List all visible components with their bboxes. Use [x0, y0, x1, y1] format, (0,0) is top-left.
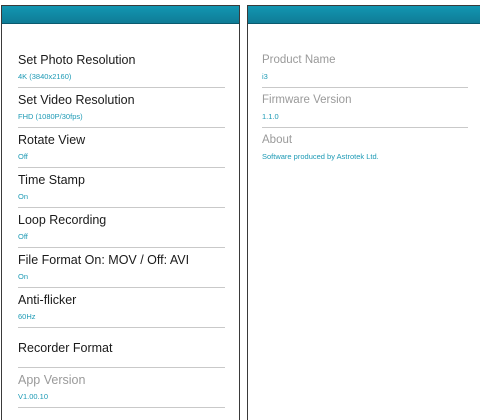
setting-photo-resolution[interactable]: Set Photo Resolution 4K (3840x2160) [18, 48, 225, 88]
about-header-bar [248, 6, 480, 24]
settings-panel: Set Photo Resolution 4K (3840x2160) Set … [1, 5, 240, 420]
setting-value: Off [18, 232, 28, 241]
setting-label: Recorder Format [18, 341, 113, 355]
setting-label: Set Photo Resolution [18, 53, 136, 67]
about-label: About [262, 134, 293, 146]
about-value: i3 [262, 72, 268, 81]
setting-label: Rotate View [18, 133, 86, 147]
setting-label: Time Stamp [18, 173, 85, 187]
about-label: Product Name [262, 54, 336, 66]
setting-label: Loop Recording [18, 213, 107, 227]
setting-video-resolution[interactable]: Set Video Resolution FHD (1080P/30fps) [18, 88, 225, 128]
setting-label: App Version [18, 373, 86, 387]
about-label: Firmware Version [262, 94, 352, 106]
setting-rotate-view[interactable]: Rotate View Off [18, 128, 225, 168]
settings-list: Set Photo Resolution 4K (3840x2160) Set … [2, 24, 239, 408]
about-software-info: About Software produced by Astrotek Ltd. [262, 128, 468, 168]
about-firmware-version: Firmware Version 1.1.0 [262, 88, 468, 128]
settings-header-bar [2, 6, 239, 24]
setting-value: 60Hz [18, 312, 36, 321]
about-panel: Product Name i3 Firmware Version 1.1.0 A… [247, 5, 480, 420]
about-value: 1.1.0 [262, 112, 279, 121]
setting-label: Anti-flicker [18, 293, 77, 307]
about-list: Product Name i3 Firmware Version 1.1.0 A… [248, 24, 480, 168]
setting-time-stamp[interactable]: Time Stamp On [18, 168, 225, 208]
setting-value: On [18, 272, 29, 281]
about-product-name: Product Name i3 [262, 48, 468, 88]
about-value: Software produced by Astrotek Ltd. [262, 152, 379, 161]
setting-label: Set Video Resolution [18, 93, 135, 107]
setting-value: V1.00.10 [18, 392, 49, 401]
setting-label: File Format On: MOV / Off: AVI [18, 253, 190, 267]
setting-value: Off [18, 152, 28, 161]
setting-anti-flicker[interactable]: Anti-flicker 60Hz [18, 288, 225, 328]
setting-value: FHD (1080P/30fps) [18, 112, 83, 121]
setting-value: 4K (3840x2160) [18, 72, 72, 81]
setting-recorder-format[interactable]: Recorder Format [18, 328, 225, 368]
setting-loop-recording[interactable]: Loop Recording Off [18, 208, 225, 248]
setting-app-version: App Version V1.00.10 [18, 368, 225, 408]
setting-value: On [18, 192, 29, 201]
setting-file-format[interactable]: File Format On: MOV / Off: AVI On [18, 248, 225, 288]
